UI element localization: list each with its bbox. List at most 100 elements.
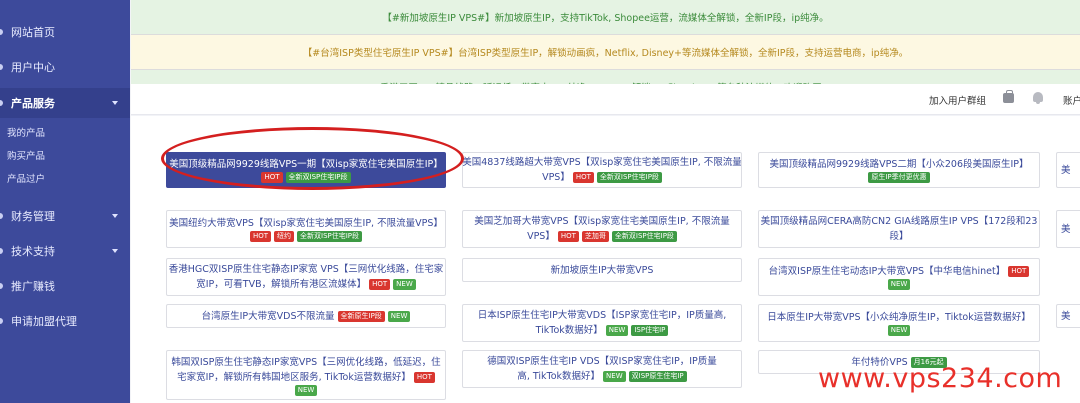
sidebar-item-user-center[interactable]: 用户中心 xyxy=(0,55,130,79)
chevron-down-icon xyxy=(112,249,118,253)
topbar: 加入用户群组 账户 xyxy=(131,84,1080,115)
product-card-de[interactable]: 德国双ISP原生住宅IP VDS【双ISP家宽住宅IP，IP质量 高, TikT… xyxy=(462,350,742,388)
product-title: 美 xyxy=(1061,223,1071,235)
location-badge: 纽约 xyxy=(274,231,295,242)
product-title: 德国双ISP原生住宅IP VDS【双ISP家宽住宅IP，IP质量 xyxy=(487,356,717,367)
product-card-edge[interactable]: 美 xyxy=(1056,210,1080,248)
product-title: 日本原生IP大带宽VPS【小众纯净原生IP，Tiktok运营数据好】 xyxy=(767,312,1031,323)
sidebar-item-finance[interactable]: 财务管理 xyxy=(0,204,130,228)
bullet-icon xyxy=(0,318,3,324)
product-title: 美国芝加哥大带宽VPS【双isp家宽住宅美国原生IP, 不限流量 xyxy=(474,216,730,227)
new-badge: NEW xyxy=(605,325,629,336)
product-card-edge[interactable]: 美 xyxy=(1056,304,1080,328)
hot-badge: HOT xyxy=(249,231,272,242)
product-card-kr[interactable]: 韩国双ISP原生住宅静态IP家宽VPS【三网优化线路，低延迟，住 宅家宽IP，解… xyxy=(166,350,446,400)
chevron-down-icon xyxy=(112,214,118,218)
product-title: 美国顶级精品网9929线路VPS二期【小众206段美国原生IP】 xyxy=(769,159,1029,170)
new-badge: NEW xyxy=(887,279,911,290)
product-title: 美国顶级精品网9929线路VPS一期【双isp家宽住宅美国原生IP】 xyxy=(169,159,443,170)
product-card-us-9929-phase2[interactable]: 美国顶级精品网9929线路VPS二期【小众206段美国原生IP】 原生IP季付更… xyxy=(758,152,1040,188)
isp-badge: ISP住宅IP xyxy=(631,325,669,336)
new-badge: NEW xyxy=(387,310,411,322)
product-title: 韩国双ISP原生住宅静态IP家宽VPS【三网优化线路，低延迟，住 xyxy=(171,356,441,368)
product-card-us-9929-phase1[interactable]: 美国顶级精品网9929线路VPS一期【双isp家宽住宅美国原生IP】 HOT 全… xyxy=(166,152,446,188)
notice-singapore: 【#新加坡原生IP VPS#】新加坡原生IP，支持TikTok, Shopee运… xyxy=(131,0,1080,35)
new-badge: NEW xyxy=(887,325,911,336)
bullet-icon xyxy=(0,248,3,254)
bullet-icon xyxy=(0,29,3,35)
sidebar-item-label: 用户中心 xyxy=(11,61,55,74)
product-card-us-newyork[interactable]: 美国纽约大带宽VPS【双isp家宽住宅美国原生IP, 不限流量VPS】 HOT … xyxy=(166,210,446,248)
watermark: www.vps234.com xyxy=(818,363,1063,394)
hot-badge: HOT xyxy=(369,279,391,290)
new-badge: NEW xyxy=(393,279,416,290)
bullet-icon xyxy=(0,213,3,219)
product-card-sg[interactable]: 新加坡原生IP大带宽VPS xyxy=(462,258,742,282)
product-title: 台湾双ISP原生住宅动态IP大带宽VPS【中华电信hinet】 xyxy=(768,266,1006,277)
product-title-cont: VPS】 xyxy=(542,172,570,183)
sidebar-item-label: 推广赚钱 xyxy=(11,280,55,293)
sidebar-item-label: 财务管理 xyxy=(11,210,55,223)
product-card-us-chicago[interactable]: 美国芝加哥大带宽VPS【双isp家宽住宅美国原生IP, 不限流量 VPS】 HO… xyxy=(462,210,742,248)
location-badge: 芝加哥 xyxy=(581,231,609,242)
sidebar: 网站首页 用户中心 产品服务 我的产品 购买产品 产品过户 财务管理 技术支持 … xyxy=(0,0,130,403)
hot-badge: HOT xyxy=(1008,266,1030,277)
sidebar-subitem-my-products[interactable]: 我的产品 xyxy=(7,125,45,139)
bullet-icon xyxy=(0,64,3,70)
product-title: 香港HGC双ISP原生住宅静态IP家宽 VPS【三网优化线路，住宅家 xyxy=(168,264,444,275)
product-title: 美国纽约大带宽VPS【双isp家宽住宅美国原生IP, 不限流量VPS】 xyxy=(169,218,443,229)
notice-taiwan: 【#台湾ISP类型住宅原生IP VPS#】台湾ISP类型原生IP，解锁动画疯，N… xyxy=(131,35,1080,70)
product-title: 日本ISP原生住宅IP大带宽VDS【ISP家宽住宅IP，IP质量高, xyxy=(477,310,727,321)
ip-range-badge: 全新双ISP住宅IP段 xyxy=(596,172,662,183)
ip-range-badge: 全新双ISP住宅IP段 xyxy=(297,231,363,242)
promo-badge: 原生IP季付更优惠 xyxy=(868,172,930,183)
product-title: 美 xyxy=(1061,310,1071,322)
app-root: 网站首页 用户中心 产品服务 我的产品 购买产品 产品过户 财务管理 技术支持 … xyxy=(0,0,1080,403)
hot-badge: HOT xyxy=(261,172,283,183)
join-user-group-link[interactable]: 加入用户群组 xyxy=(929,93,986,107)
ip-range-badge: 全新原生IP段 xyxy=(337,310,385,322)
bell-icon[interactable] xyxy=(1033,92,1043,104)
sidebar-subitem-transfer[interactable]: 产品过户 xyxy=(7,171,45,185)
account-link[interactable]: 账户 xyxy=(1063,93,1080,107)
product-title: 新加坡原生IP大带宽VPS xyxy=(550,264,654,276)
product-card-us-4837[interactable]: 美国4837线路超大带宽VPS【双isp家宽住宅美国原生IP, 不限流量 VPS… xyxy=(462,152,742,188)
product-title-cont: TikTok数据好】 xyxy=(535,325,603,336)
sidebar-item-label: 申请加盟代理 xyxy=(11,315,77,328)
product-card-edge[interactable]: 美 xyxy=(1056,152,1080,188)
sidebar-item-reseller[interactable]: 申请加盟代理 xyxy=(0,309,130,333)
product-title: 美 xyxy=(1061,164,1071,176)
product-title: 美国4837线路超大带宽VPS【双isp家宽住宅美国原生IP, 不限流量 xyxy=(462,157,742,168)
product-title-cont: 高, TikTok数据好】 xyxy=(517,371,601,382)
bullet-icon xyxy=(0,100,3,106)
bullet-icon xyxy=(0,283,3,289)
ip-range-badge: 全新双ISP住宅IP段 xyxy=(611,231,677,242)
new-badge: NEW xyxy=(294,384,318,396)
sidebar-item-affiliate[interactable]: 推广赚钱 xyxy=(0,274,130,298)
ip-range-badge: 全新双ISP住宅IP段 xyxy=(285,172,351,183)
product-card-tw-vds[interactable]: 台湾原生IP大带宽VDS不限流量 全新原生IP段 NEW xyxy=(166,304,446,328)
hot-badge: HOT xyxy=(557,231,579,242)
sidebar-item-label: 产品服务 xyxy=(11,97,55,110)
product-card-hk-hgc[interactable]: 香港HGC双ISP原生住宅静态IP家宽 VPS【三网优化线路，住宅家 宽IP，可… xyxy=(166,258,446,296)
product-card-jp-native[interactable]: 日本原生IP大带宽VPS【小众纯净原生IP，Tiktok运营数据好】 NEW xyxy=(758,304,1040,342)
sidebar-subitem-buy-products[interactable]: 购买产品 xyxy=(7,148,45,162)
hot-badge: HOT xyxy=(413,371,435,383)
new-badge: NEW xyxy=(603,371,626,382)
product-title: 台湾原生IP大带宽VDS不限流量 xyxy=(201,310,335,322)
product-card-jp-isp[interactable]: 日本ISP原生住宅IP大带宽VDS【ISP家宽住宅IP，IP质量高, TikTo… xyxy=(462,304,742,342)
sidebar-item-label: 技术支持 xyxy=(11,245,55,258)
sidebar-item-label: 网站首页 xyxy=(11,26,55,39)
sidebar-item-support[interactable]: 技术支持 xyxy=(0,239,130,263)
sidebar-item-products[interactable]: 产品服务 xyxy=(0,88,130,118)
product-card-us-cera[interactable]: 美国顶级精品网CERA高防CN2 GIA线路原生IP VPS【172段和23 段… xyxy=(758,210,1040,248)
product-title: 美国顶级精品网CERA高防CN2 GIA线路原生IP VPS【172段和23 xyxy=(760,216,1038,227)
product-card-tw-hinet[interactable]: 台湾双ISP原生住宅动态IP大带宽VPS【中华电信hinet】 HOT NEW xyxy=(758,258,1040,296)
hot-badge: HOT xyxy=(572,172,594,183)
chevron-down-icon xyxy=(112,101,118,105)
isp-badge: 双ISP原生住宅IP xyxy=(628,371,687,382)
product-title-cont: 段】 xyxy=(889,231,909,242)
sidebar-item-home[interactable]: 网站首页 xyxy=(0,20,130,44)
shopping-bag-icon[interactable] xyxy=(1003,90,1014,103)
product-title-cont: 宅家宽IP，解锁所有韩国地区服务, TikTok运营数据好】 xyxy=(177,371,411,383)
